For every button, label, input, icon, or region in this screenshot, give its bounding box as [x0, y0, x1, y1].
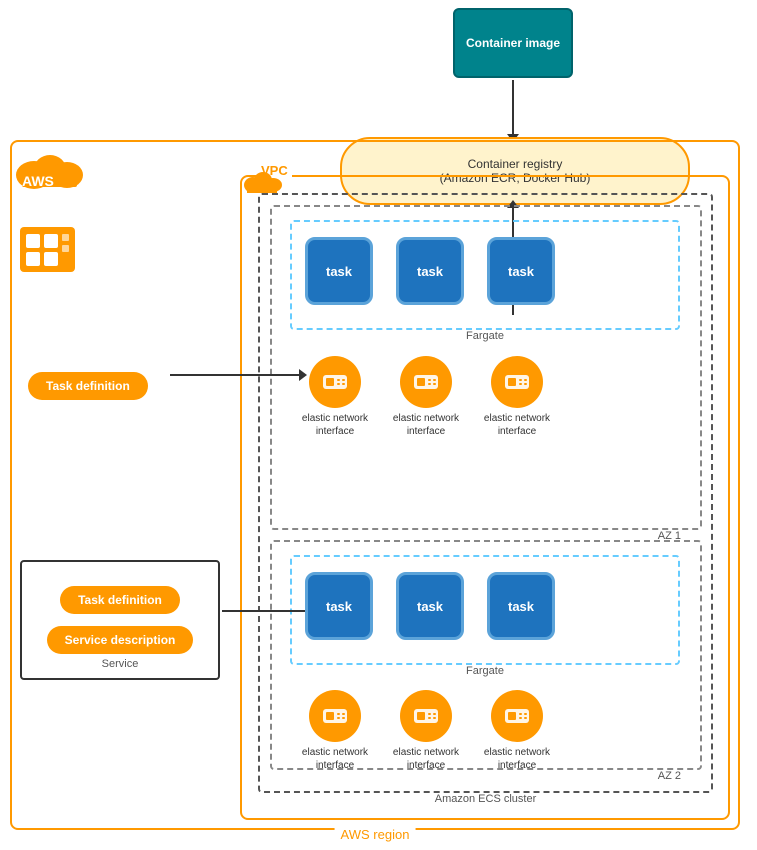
- task-label-az1-2: task: [417, 264, 443, 279]
- task-box-az1-2: task: [396, 237, 464, 305]
- container-image-label: Container image: [466, 36, 560, 50]
- eni-icon-az1-3: [491, 356, 543, 408]
- task-label-az1-3: task: [508, 264, 534, 279]
- service-label: Service: [102, 658, 139, 670]
- eni-label-az1-1: elastic networkinterface: [299, 412, 371, 438]
- az2-label: AZ 2: [654, 770, 685, 782]
- task-label-az2-2: task: [417, 599, 443, 614]
- eni-icon-az1-1: [309, 356, 361, 408]
- eni-az2-3: elastic networkinterface: [481, 690, 553, 772]
- task-box-az1-1: task: [305, 237, 373, 305]
- task-box-az2-1: task: [305, 572, 373, 640]
- eni-icon-az2-3: [491, 690, 543, 742]
- eni-az2-2: elastic networkinterface: [390, 690, 462, 772]
- service-box: Task definition Service description Serv…: [20, 560, 220, 680]
- task-box-az2-2: task: [396, 572, 464, 640]
- eni-icon-az2-2: [400, 690, 452, 742]
- service-description-btn[interactable]: Service description: [47, 626, 194, 654]
- arrow-service-to-tasks-az2: [222, 610, 307, 612]
- fargate-label-az2: Fargate: [462, 665, 508, 677]
- eni-icon-az2-1: [309, 690, 361, 742]
- eni-label-az2-1: elastic networkinterface: [299, 746, 371, 772]
- eni-az1-1: elastic networkinterface: [299, 356, 371, 438]
- task-definition-standalone: Task definition: [28, 372, 148, 400]
- eni-az1-2: elastic networkinterface: [390, 356, 462, 438]
- task-label-az1-1: task: [326, 264, 352, 279]
- container-image-box: Container image: [453, 8, 573, 78]
- eni-az2-1: elastic networkinterface: [299, 690, 371, 772]
- service-task-definition-btn[interactable]: Task definition: [60, 586, 180, 614]
- task-definition-btn[interactable]: Task definition: [28, 372, 148, 400]
- eni-icon-az1-2: [400, 356, 452, 408]
- fargate-label-az1: Fargate: [462, 330, 508, 342]
- aws-region-label: AWS region: [335, 827, 416, 842]
- eni-label-az2-3: elastic networkinterface: [481, 746, 553, 772]
- task-label-az2-1: task: [326, 599, 352, 614]
- diagram: Container image Container registry (Amaz…: [0, 0, 757, 850]
- aws-cloud-icon: AWS: [12, 143, 87, 193]
- task-box-az1-3: task: [487, 237, 555, 305]
- arrow-container-to-registry: [512, 80, 514, 135]
- ecs-service-icon: [20, 222, 80, 277]
- eni-label-az2-2: elastic networkinterface: [390, 746, 462, 772]
- task-label-az2-3: task: [508, 599, 534, 614]
- eni-label-az1-3: elastic networkinterface: [481, 412, 553, 438]
- eni-label-az1-2: elastic networkinterface: [390, 412, 462, 438]
- vpc-cloud-icon: [243, 167, 283, 195]
- task-box-az2-3: task: [487, 572, 555, 640]
- svg-text:AWS: AWS: [22, 173, 54, 189]
- eni-az1-3: elastic networkinterface: [481, 356, 553, 438]
- arrow-taskdef-to-tasks-az1: [170, 374, 300, 376]
- ecs-cluster-label: Amazon ECS cluster: [431, 793, 540, 805]
